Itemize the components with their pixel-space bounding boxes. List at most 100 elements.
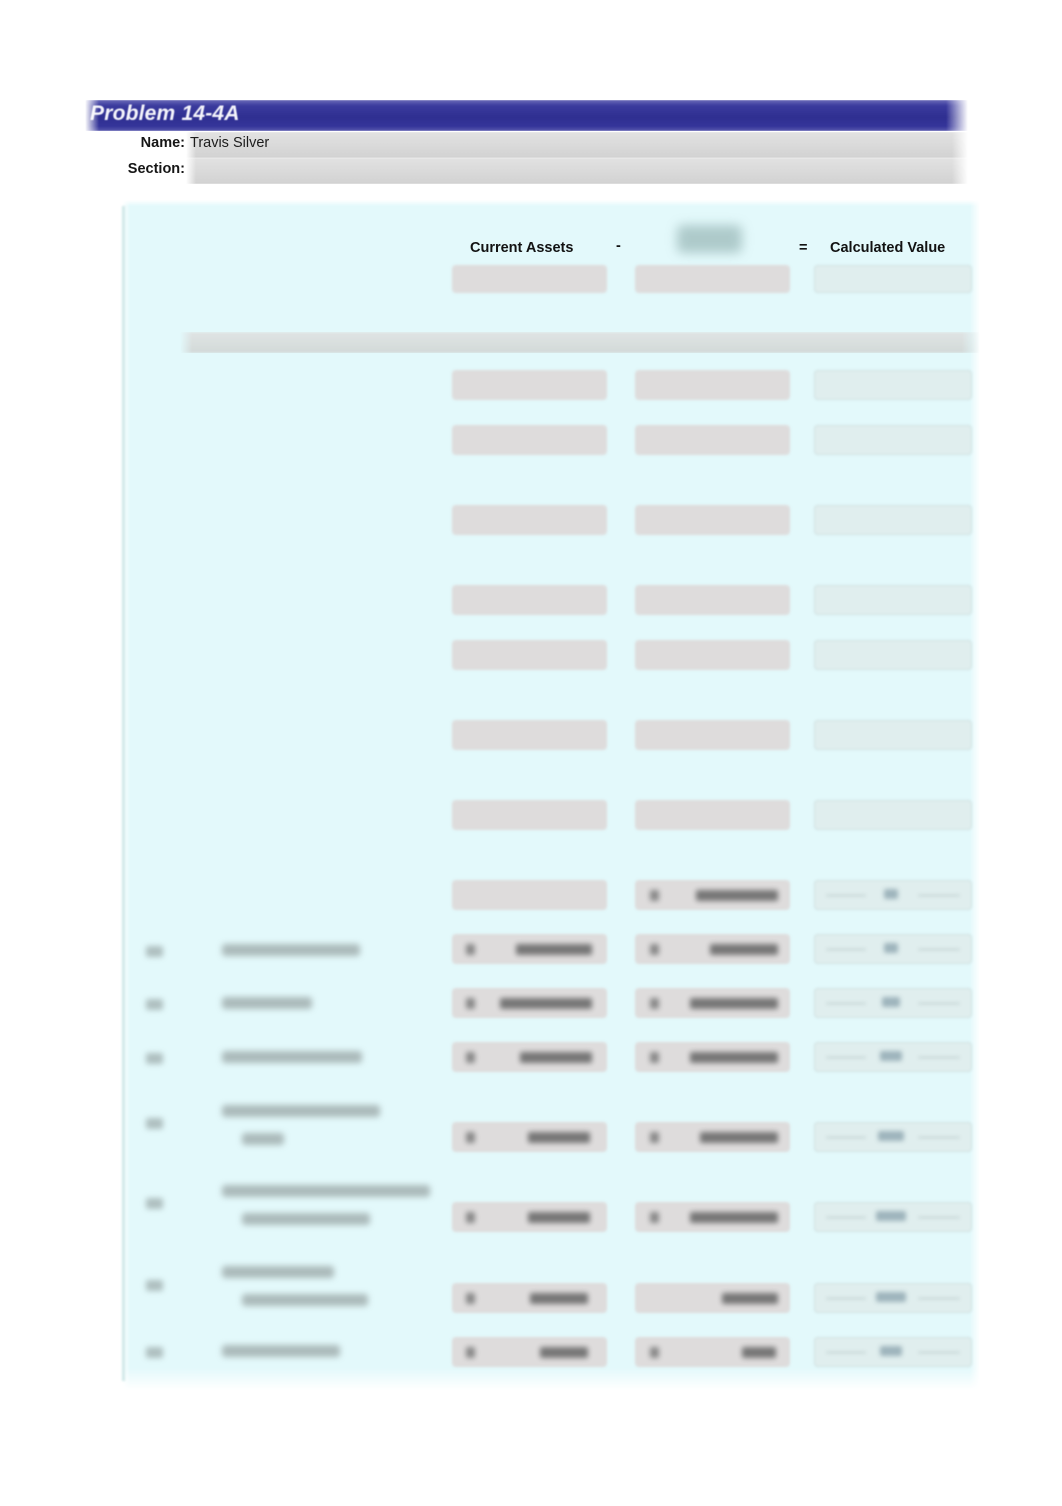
result-rule <box>826 1297 866 1300</box>
row-field-col-b[interactable] <box>635 370 790 400</box>
row-field-col-a[interactable] <box>452 640 607 670</box>
row-field-col-c[interactable] <box>814 720 972 750</box>
row-field-col-a[interactable] <box>452 880 607 910</box>
result-rule <box>918 1216 960 1219</box>
header-field-col-c[interactable] <box>814 265 972 293</box>
section-separator-field[interactable] <box>180 332 980 353</box>
currency-symbol-redacted <box>466 1212 475 1223</box>
row-number-redacted <box>146 1053 163 1064</box>
result-rule <box>826 894 866 897</box>
value-redacted <box>540 1347 588 1358</box>
result-value-redacted <box>884 943 898 953</box>
row-label-redacted <box>222 1266 334 1278</box>
value-redacted <box>520 1052 592 1063</box>
currency-symbol-redacted <box>650 1347 659 1358</box>
row-number-redacted <box>146 999 163 1010</box>
row-field-col-b[interactable] <box>635 585 790 615</box>
row-number-redacted <box>146 1280 163 1291</box>
value-redacted <box>690 1212 778 1223</box>
name-row: Name: Travis Silver <box>85 132 968 158</box>
operator-equals-label: = <box>799 240 808 256</box>
row-label-redacted <box>222 1345 340 1357</box>
result-rule <box>918 1056 960 1059</box>
row-field-col-a[interactable] <box>452 800 607 830</box>
row-label-redacted <box>222 944 360 956</box>
row-field-col-c[interactable] <box>814 585 972 615</box>
row-field-col-c[interactable] <box>814 640 972 670</box>
row-label-redacted-line2 <box>242 1294 368 1306</box>
currency-symbol-redacted <box>650 1212 659 1223</box>
result-value-redacted <box>876 1211 906 1221</box>
name-field[interactable] <box>186 132 968 158</box>
worksheet-left-rule <box>122 206 125 1381</box>
result-rule <box>918 894 960 897</box>
result-value-redacted <box>878 1131 904 1141</box>
row-field-col-b[interactable] <box>635 800 790 830</box>
section-label: Section: <box>127 161 185 177</box>
row-label-redacted <box>222 1105 380 1117</box>
header-field-col-a[interactable] <box>452 265 607 293</box>
value-redacted <box>530 1293 588 1304</box>
row-field-col-b[interactable] <box>635 425 790 455</box>
section-row: Section: <box>85 158 968 184</box>
currency-symbol-redacted <box>650 998 659 1009</box>
header-field-col-b[interactable] <box>635 265 790 293</box>
value-redacted <box>700 1132 778 1143</box>
currency-symbol-redacted <box>466 1132 475 1143</box>
currency-symbol-redacted <box>466 1293 475 1304</box>
operator-minus-label: - <box>616 238 621 254</box>
row-field-col-b[interactable] <box>635 505 790 535</box>
result-value-redacted <box>876 1292 906 1302</box>
name-value: Travis Silver <box>190 135 270 151</box>
result-rule <box>826 1216 866 1219</box>
result-value-redacted <box>880 1051 902 1061</box>
row-field-col-c[interactable] <box>814 800 972 830</box>
result-rule <box>918 1002 960 1005</box>
value-redacted <box>696 890 778 901</box>
section-field[interactable] <box>186 158 968 184</box>
row-number-redacted <box>146 1118 163 1129</box>
row-field-col-b[interactable] <box>635 640 790 670</box>
value-redacted <box>516 944 592 955</box>
value-redacted <box>742 1347 776 1358</box>
row-label-redacted <box>222 1051 362 1063</box>
currency-symbol-redacted <box>466 1052 475 1063</box>
currency-symbol-redacted <box>650 944 659 955</box>
row-number-redacted <box>146 1347 163 1358</box>
row-field-col-b[interactable] <box>635 720 790 750</box>
row-label-redacted-line2 <box>242 1133 284 1145</box>
result-value-redacted <box>882 997 900 1007</box>
result-rule <box>918 1297 960 1300</box>
column-header-calculated-value: Calculated Value <box>830 240 946 256</box>
row-field-col-a[interactable] <box>452 720 607 750</box>
row-number-redacted <box>146 946 163 957</box>
result-rule <box>826 1002 866 1005</box>
row-field-col-a[interactable] <box>452 585 607 615</box>
row-field-col-c[interactable] <box>814 370 972 400</box>
column-header-current-assets: Current Assets <box>470 240 574 256</box>
row-field-col-c[interactable] <box>814 505 972 535</box>
value-redacted <box>528 1212 590 1223</box>
value-redacted <box>500 998 592 1009</box>
value-redacted <box>710 944 778 955</box>
currency-symbol-redacted <box>650 1132 659 1143</box>
page-title: Problem 14-4A <box>90 102 240 125</box>
row-field-col-a[interactable] <box>452 370 607 400</box>
row-label-redacted <box>222 1185 430 1197</box>
currency-symbol-redacted <box>466 944 475 955</box>
row-field-col-c[interactable] <box>814 425 972 455</box>
result-rule <box>826 1056 866 1059</box>
currency-symbol-redacted <box>650 890 659 901</box>
currency-symbol-redacted <box>650 1052 659 1063</box>
result-value-redacted <box>880 1346 902 1356</box>
row-field-col-a[interactable] <box>452 425 607 455</box>
currency-symbol-redacted <box>466 1347 475 1358</box>
result-rule <box>918 1136 960 1139</box>
row-number-redacted <box>146 1198 163 1209</box>
result-rule <box>826 1136 866 1139</box>
row-label-redacted-line2 <box>242 1213 370 1225</box>
problem-title-bar: Problem 14-4A <box>85 100 968 131</box>
row-field-col-a[interactable] <box>452 505 607 535</box>
result-rule <box>826 948 866 951</box>
result-rule <box>918 948 960 951</box>
